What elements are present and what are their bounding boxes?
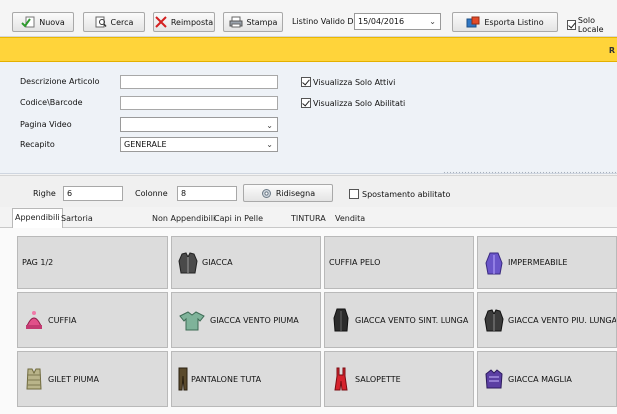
spostamento-checkbox[interactable]: Spostamento abilitato: [349, 189, 450, 199]
codice-label: Codice\Barcode: [20, 98, 83, 107]
colonne-label: Colonne: [135, 189, 168, 198]
descrizione-label: Descrizione Articolo: [20, 77, 100, 86]
reset-x-icon: [155, 16, 167, 28]
cerca-button[interactable]: Cerca: [83, 12, 145, 32]
knit-jacket-icon: [485, 369, 503, 389]
gear-icon: [261, 188, 271, 198]
colonne-input[interactable]: 8: [177, 186, 237, 201]
item-button[interactable]: GIACCA: [171, 236, 321, 289]
checkbox-checked-icon: [301, 77, 311, 87]
esporta-listino-button[interactable]: Esporta Listino: [452, 12, 558, 32]
vest-icon: [26, 368, 42, 390]
solo-attivi-checkbox[interactable]: Visualizza Solo Attivi: [301, 77, 395, 87]
tab-vendita[interactable]: Vendita: [333, 210, 367, 227]
listino-date-picker[interactable]: 15/04/2016 ⌄: [354, 13, 441, 30]
checkbox-unchecked-icon: [349, 189, 359, 199]
listino-label: Listino Valido Dal: [292, 17, 361, 26]
item-button[interactable]: CUFFIA: [17, 292, 168, 348]
salopette-icon: [334, 367, 348, 391]
tab-tintura[interactable]: TINTURA: [289, 210, 328, 227]
codice-input[interactable]: [120, 96, 278, 110]
chevron-down-icon: ⌄: [429, 17, 436, 26]
righe-label: Righe: [33, 189, 56, 198]
pagina-video-select[interactable]: ⌄: [120, 117, 278, 132]
recapito-select[interactable]: GENERALE ⌄: [120, 137, 278, 152]
item-button[interactable]: PANTALONE TUTA: [171, 351, 321, 407]
raincoat-icon: [485, 252, 503, 274]
tab-capi-in-pelle[interactable]: Capi in Pelle: [212, 210, 265, 227]
reimposta-button[interactable]: Reimposta: [153, 12, 215, 32]
stampa-button[interactable]: Stampa: [223, 12, 283, 32]
checkbox-checked-icon: [301, 98, 311, 108]
hat-icon: [26, 311, 42, 329]
checkbox-checked-icon: [567, 20, 576, 30]
export-icon: [466, 16, 480, 28]
tab-sartoria[interactable]: Sartoria: [59, 210, 95, 227]
pagina-video-label: Pagina Video: [20, 120, 72, 129]
windbreaker-icon: [179, 311, 205, 331]
filter-panel: Descrizione Articolo Codice\Barcode Pagi…: [0, 62, 617, 174]
item-button[interactable]: GILET PIUMA: [17, 351, 168, 407]
tab-non-appendibili[interactable]: Non Appendibili: [150, 210, 217, 227]
long-jacket-icon: [484, 309, 504, 332]
righe-input[interactable]: 6: [63, 186, 123, 201]
long-coat-icon: [333, 308, 349, 332]
item-button[interactable]: SALOPETTE: [324, 351, 474, 407]
search-icon: [95, 16, 107, 28]
solo-locale-checkbox[interactable]: Solo Locale: [567, 16, 617, 34]
item-button[interactable]: GIACCA VENTO SINT. LUNGA: [324, 292, 474, 348]
new-document-icon: [21, 16, 35, 28]
item-button[interactable]: GIACCA VENTO PIU. LUNGA: [477, 292, 617, 348]
item-button[interactable]: PAG 1/2: [17, 236, 168, 289]
item-grid: PAG 1/2 GIACCA CUFFIA PELO IMPERMEABILE …: [0, 228, 617, 414]
item-button[interactable]: IMPERMEABILE: [477, 236, 617, 289]
tab-appendibili[interactable]: Appendibili: [12, 208, 63, 228]
solo-abilitati-checkbox[interactable]: Visualizza Solo Abilitati: [301, 98, 405, 108]
notification-banner: R: [0, 37, 617, 62]
category-tabs: Appendibili Sartoria Non Appendibili Cap…: [0, 207, 617, 228]
trousers-icon: [178, 367, 188, 391]
descrizione-input[interactable]: [120, 75, 278, 89]
toolbar: Nuova Cerca Reimposta Stampa Listino Val…: [0, 0, 617, 37]
nuova-button[interactable]: Nuova: [12, 12, 74, 32]
item-button[interactable]: GIACCA MAGLIA: [477, 351, 617, 407]
item-button[interactable]: CUFFIA PELO: [324, 236, 474, 289]
chevron-down-icon: ⌄: [266, 121, 273, 130]
jacket-icon: [178, 251, 198, 273]
chevron-down-icon: ⌄: [266, 140, 273, 149]
ridisegna-button[interactable]: Ridisegna: [243, 184, 333, 202]
item-button[interactable]: GIACCA VENTO PIUMA: [171, 292, 321, 348]
recapito-label: Recapito: [20, 140, 55, 149]
printer-icon: [229, 16, 243, 28]
grid-params-bar: Righe 6 Colonne 8 Ridisegna Spostamento …: [0, 175, 617, 207]
